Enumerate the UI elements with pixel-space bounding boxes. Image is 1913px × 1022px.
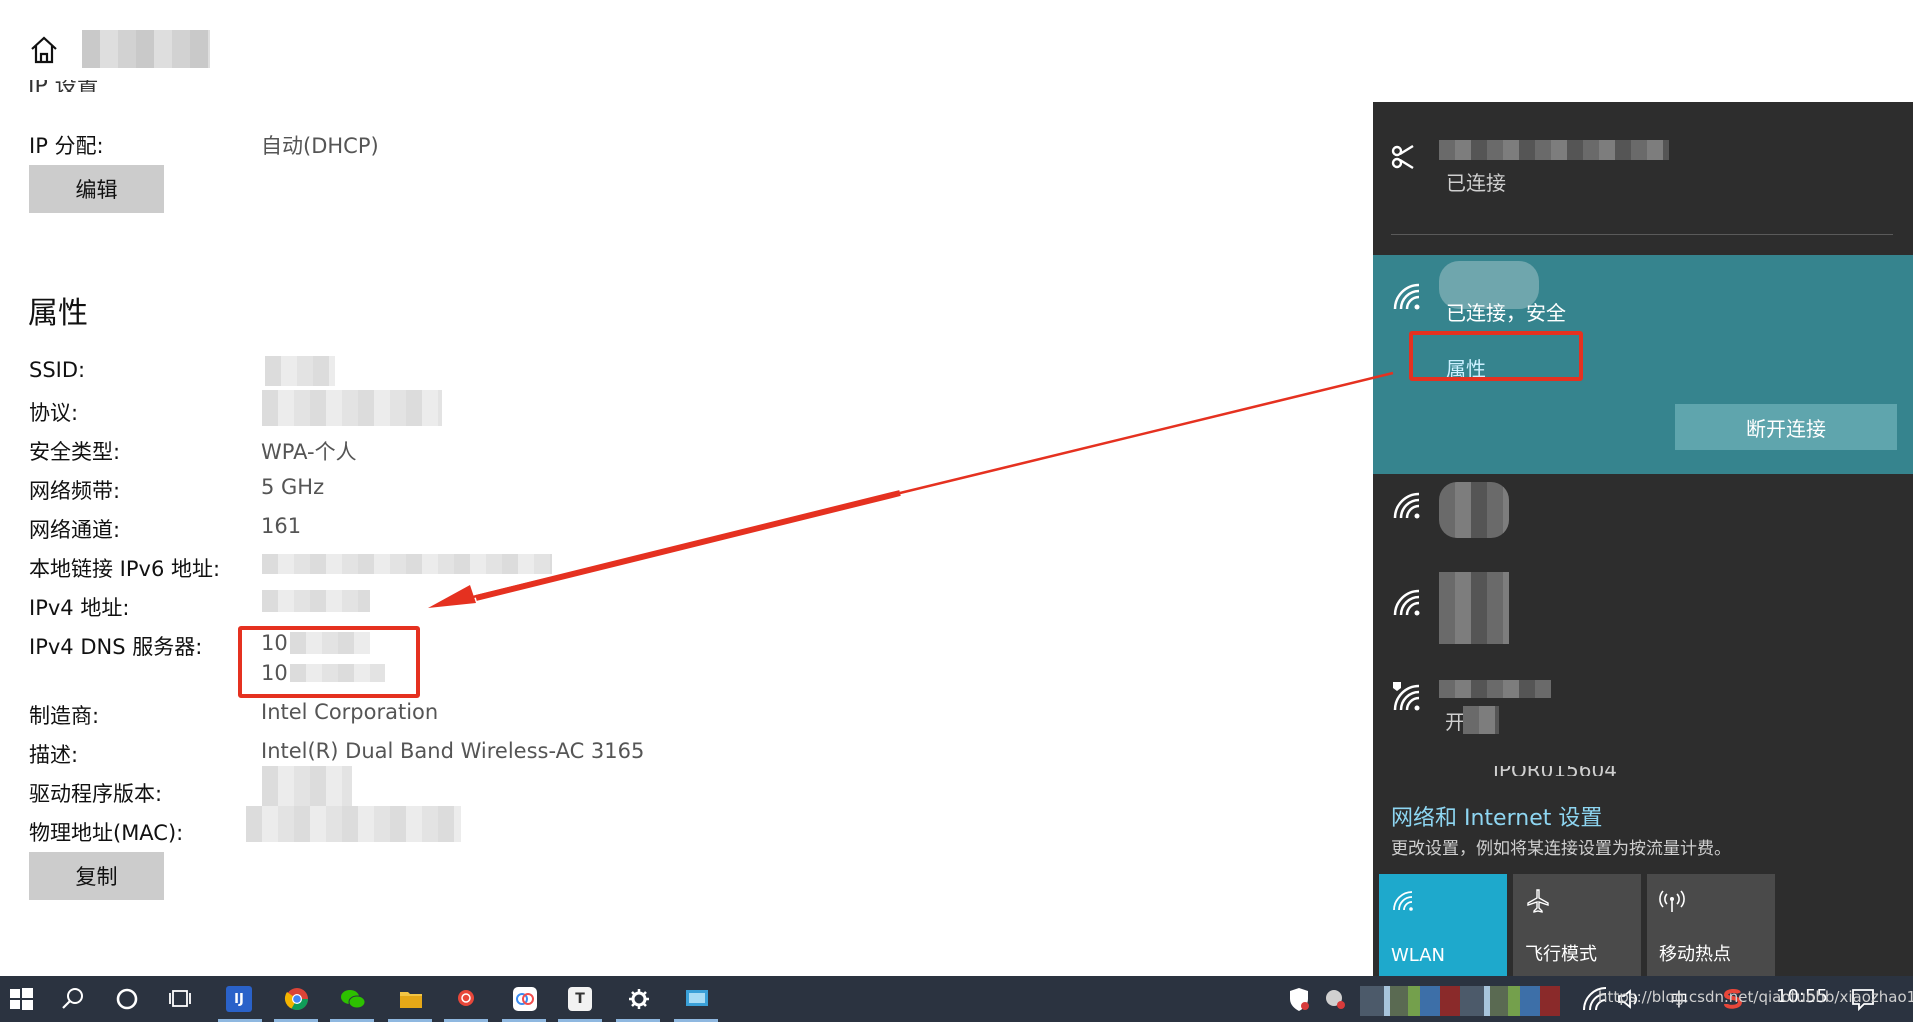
airplane-mode-tile[interactable]: 飞行模式 (1513, 874, 1641, 976)
settings-gear-icon[interactable] (624, 984, 654, 1014)
disconnect-button[interactable]: 断开连接 (1675, 404, 1897, 450)
driver-version-label: 驱动程序版本: (29, 782, 163, 806)
ipv4-value-redacted (262, 590, 370, 612)
manufacturer-value: Intel Corporation (261, 700, 439, 724)
network-band-label: 网络频带: (29, 479, 121, 503)
intellij-idea-icon[interactable]: IJ (226, 986, 252, 1012)
manufacturer-label: 制造商: (29, 704, 100, 728)
mac-value-redacted (246, 806, 461, 842)
ipv4-label: IPv4 地址: (29, 596, 130, 620)
properties-annotation-box (1409, 331, 1583, 381)
cut-off-heading: IP 设置 (28, 80, 128, 92)
airplane-mode-label: 飞行模式 (1525, 944, 1597, 965)
network-channel-label: 网络通道: (29, 518, 121, 542)
network-name-redacted[interactable] (1439, 680, 1551, 698)
partial-network-row: IPOR015604 (1493, 766, 1617, 776)
flyout-divider (1391, 234, 1893, 235)
task-view-icon[interactable] (166, 984, 196, 1014)
network-settings-link[interactable]: 网络和 Internet 设置 (1391, 800, 1602, 832)
windows-start-icon[interactable] (6, 984, 36, 1014)
description-value: Intel(R) Dual Band Wireless-AC 3165 (261, 739, 645, 763)
description-label: 描述: (29, 743, 79, 767)
edit-button[interactable]: 编辑 (29, 165, 164, 213)
properties-title: 属性 (28, 296, 88, 331)
network-settings-subtext: 更改设置，例如将某连接设置为按流量计费。 (1391, 839, 1731, 859)
network-status-partial: 开 (1445, 710, 1465, 734)
network-band-value: 5 GHz (261, 475, 325, 499)
dns-annotation-box (238, 626, 420, 698)
cortana-icon[interactable] (112, 984, 142, 1014)
ip-assignment-label: IP 分配: (29, 134, 104, 158)
network-status-redacted (1463, 706, 1499, 734)
baidu-netdisk-icon[interactable] (510, 984, 540, 1014)
defender-shield-icon[interactable] (1284, 984, 1314, 1014)
file-explorer-icon[interactable] (396, 984, 426, 1014)
security-type-value: WPA-个人 (261, 440, 357, 464)
driver-version-redacted (262, 766, 352, 806)
snail-app-icon[interactable] (452, 984, 482, 1014)
copy-button[interactable]: 复制 (29, 852, 164, 900)
airplane-icon (1527, 889, 1549, 913)
ipv6-label: 本地链接 IPv6 地址: (29, 557, 221, 581)
wechat-icon[interactable] (338, 984, 368, 1014)
csdn-watermark: https://blog.csdn.net/qiaotunhb/xiaozhao… (1598, 988, 1913, 1006)
selected-network-status: 已连接，安全 (1446, 301, 1566, 325)
wifi-signal-icon (1393, 589, 1420, 616)
protocol-value-redacted (262, 390, 442, 426)
typora-icon[interactable]: T (568, 987, 592, 1011)
top-network-status: 已连接 (1446, 171, 1506, 195)
remote-desktop-icon[interactable] (682, 984, 712, 1014)
wlan-tile-label: WLAN (1391, 945, 1446, 966)
security-type-label: 安全类型: (29, 440, 121, 464)
partial-network-name: IPOR015604 (1493, 766, 1617, 776)
wifi-signal-icon (1393, 492, 1420, 519)
wifi-signal-icon (1393, 283, 1420, 310)
mac-label: 物理地址(MAC): (29, 821, 184, 845)
selected-network[interactable]: 已连接，安全 属性 断开连接 (1373, 255, 1913, 474)
hotspot-icon (1659, 890, 1685, 912)
tray-icons-redacted (1360, 986, 1560, 1016)
chrome-icon[interactable] (282, 984, 312, 1014)
settings-page: IP 设置 IP 分配: 自动(DHCP) 编辑 属性 SSID: 协议: 安全… (0, 0, 1373, 976)
dns-label: IPv4 DNS 服务器: (29, 635, 203, 659)
app-tray-icon[interactable] (1320, 984, 1350, 1014)
ssid-value-redacted (265, 356, 335, 386)
network-name-redacted[interactable] (1439, 482, 1509, 538)
wifi-icon (1393, 891, 1413, 911)
wlan-tile[interactable]: WLAN (1379, 874, 1507, 976)
page-title-redacted (82, 30, 210, 68)
search-icon[interactable] (58, 984, 88, 1014)
connected-network-icon (1391, 144, 1414, 170)
home-icon[interactable] (28, 34, 60, 66)
secured-wifi-icon (1393, 682, 1420, 711)
mobile-hotspot-label: 移动热点 (1659, 944, 1731, 965)
top-network-name-redacted (1439, 140, 1669, 160)
ip-assignment-value: 自动(DHCP) (261, 134, 379, 158)
ssid-label: SSID: (29, 358, 86, 382)
mobile-hotspot-tile[interactable]: 移动热点 (1647, 874, 1775, 976)
network-flyout: 已连接 已连接，安全 属性 断开连接 开 网络和 Internet 设置 更改设… (1373, 102, 1913, 976)
network-name-redacted[interactable] (1439, 572, 1509, 644)
protocol-label: 协议: (29, 401, 79, 425)
ipv6-value-redacted (262, 554, 552, 574)
network-channel-value: 161 (261, 514, 302, 538)
